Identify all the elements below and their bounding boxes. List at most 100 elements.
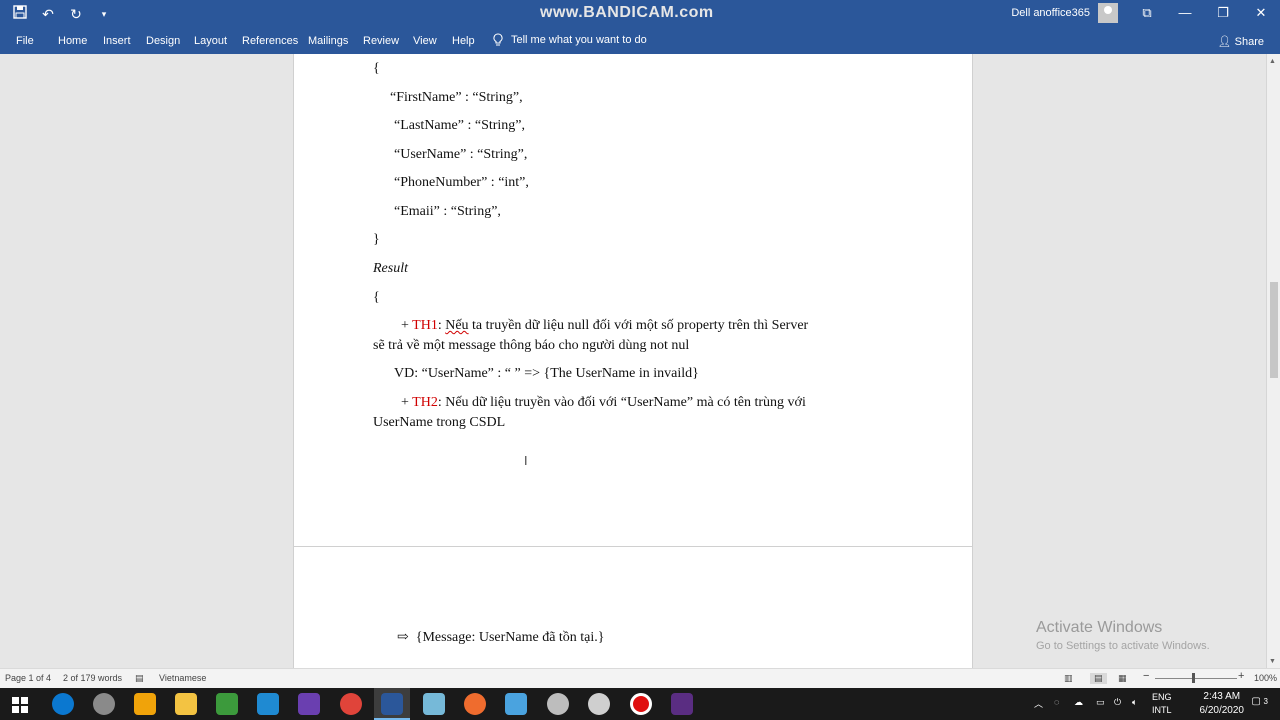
tab-insert[interactable]: Insert — [103, 35, 131, 47]
tab-help[interactable]: Help — [452, 35, 475, 47]
tab-design[interactable]: Design — [146, 35, 180, 47]
scroll-down-icon[interactable]: ▼ — [1269, 658, 1276, 665]
activate-windows-title: Activate Windows — [1036, 619, 1163, 636]
tab-view[interactable]: View — [413, 35, 437, 47]
terminal-icon[interactable] — [671, 693, 693, 715]
customize-icon[interactable]: ▾ — [94, 4, 114, 24]
start-icon[interactable] — [12, 697, 28, 713]
tab-home[interactable]: Home — [58, 35, 87, 47]
chevron-up-icon[interactable]: ︿ — [1034, 697, 1043, 710]
postman-icon[interactable] — [464, 693, 486, 715]
document-page-2[interactable]: ⇨ {Message: UserName đã tồn tại.} — [293, 546, 973, 668]
document-page-1[interactable]: { “FirstName” : “String”, “LastName” : “… — [293, 54, 973, 587]
word-count[interactable]: 2 of 179 words — [63, 673, 122, 683]
settings-icon[interactable] — [547, 693, 569, 715]
file-explorer-icon[interactable] — [175, 693, 197, 715]
zoom-out-icon[interactable]: − — [1143, 670, 1149, 682]
network-icon[interactable]: ◌ — [1054, 697, 1059, 707]
tab-review[interactable]: Review — [363, 35, 399, 47]
read-mode-icon[interactable]: ▥ — [1064, 673, 1073, 684]
battery-icon[interactable]: ▭ — [1096, 697, 1105, 708]
clock-date: 6/20/2020 — [1199, 705, 1245, 716]
document-canvas[interactable]: { “FirstName” : “String”, “LastName” : “… — [0, 54, 1266, 668]
redo-icon[interactable]: ↻ — [66, 4, 86, 24]
app-icon[interactable] — [423, 693, 445, 715]
field-phonenumber: “PhoneNumber” : “int”, — [394, 175, 529, 190]
th1-rest: ta truyền dữ liệu null đối với một số pr… — [468, 318, 809, 333]
th1-prefix: + — [401, 318, 413, 333]
th1-label: TH1 — [412, 318, 438, 333]
proofing-icon[interactable]: ▤ — [135, 673, 144, 684]
quick-access-toolbar: ↶ ↻ ▾ — [10, 4, 114, 24]
scrollbar-thumb[interactable] — [1270, 282, 1278, 378]
language[interactable]: Vietnamese — [159, 673, 206, 683]
taskbar: ︿ ◌ ☁ ▭ ⏻ 🔈︎ ENG INTL 2:43 AM 6/20/2020 … — [0, 688, 1280, 720]
app-icon[interactable] — [588, 693, 610, 715]
lang-line-1: ENG — [1152, 692, 1172, 702]
field-email: “Emaii” : “String”, — [394, 204, 501, 219]
web-layout-icon[interactable]: ▦ — [1118, 673, 1127, 684]
th2-prefix: + — [401, 395, 413, 410]
share-label: Share — [1234, 36, 1264, 48]
status-bar: Page 1 of 4 2 of 179 words ▤ Vietnamese … — [0, 668, 1280, 688]
vertical-scrollbar[interactable]: ▲ ▼ — [1266, 54, 1280, 668]
app-icon[interactable] — [505, 693, 527, 715]
avatar[interactable] — [1098, 3, 1118, 23]
text-cursor-icon: I — [524, 454, 528, 468]
minimize-icon[interactable]: — — [1166, 0, 1204, 28]
message-text: {Message: UserName đã tồn tại.} — [415, 630, 605, 645]
tab-mailings[interactable]: Mailings — [308, 35, 348, 47]
power-icon[interactable]: ⏻ — [1114, 697, 1121, 708]
person-icon: 👤︎ — [1217, 36, 1232, 48]
undo-icon[interactable]: ↶ — [38, 4, 58, 24]
restore-icon[interactable]: ❐ — [1204, 0, 1242, 28]
th1-line: + TH1: Nếu ta truyền dữ liệu null đối vớ… — [401, 318, 808, 334]
notepad-icon[interactable] — [216, 693, 238, 715]
tab-file[interactable]: File — [16, 35, 34, 47]
th1-misspelled-word[interactable]: Nếu — [445, 318, 468, 333]
cloud-icon[interactable]: ☁ — [1074, 697, 1083, 708]
edge-icon[interactable] — [52, 693, 74, 715]
clock[interactable]: 2:43 AM 6/20/2020 — [1200, 690, 1245, 718]
notification-icon[interactable]: ▢ 3 — [1251, 696, 1268, 707]
scroll-up-icon[interactable]: ▲ — [1269, 58, 1276, 65]
visual-studio-icon[interactable] — [298, 693, 320, 715]
th2-line: + TH2: Nếu dữ liệu truyền vào đối với “U… — [401, 395, 806, 411]
window-controls: ⧉ — ❐ ✕ — [1128, 0, 1280, 28]
lightbulb-icon — [493, 33, 503, 46]
tell-me-search[interactable]: Tell me what you want to do — [493, 33, 647, 47]
zoom-slider-thumb[interactable] — [1192, 673, 1195, 683]
brace-open: { — [373, 61, 380, 76]
th2-rest: : Nếu dữ liệu truyền vào đối với “UserNa… — [437, 395, 806, 410]
input-language[interactable]: ENG INTL — [1152, 691, 1172, 717]
field-firstname: “FirstName” : “String”, — [390, 90, 523, 105]
tab-references[interactable]: References — [242, 35, 298, 47]
app-icon[interactable] — [134, 693, 156, 715]
ribbon-tabs: File Home Insert Design Layout Reference… — [0, 28, 1280, 54]
record-icon[interactable] — [630, 693, 652, 715]
zoom-in-icon[interactable]: + — [1238, 670, 1244, 682]
th1-line-2: sẽ trả về một message thông báo cho ngườ… — [373, 338, 690, 353]
tab-layout[interactable]: Layout — [194, 35, 227, 47]
page-count[interactable]: Page 1 of 4 — [5, 673, 51, 683]
print-layout-icon[interactable]: ▤ — [1090, 673, 1107, 684]
volume-icon[interactable]: 🔈︎ — [1132, 697, 1137, 708]
clock-time: 2:43 AM — [1203, 691, 1241, 702]
message-line: ⇨ {Message: UserName đã tồn tại.} — [397, 629, 605, 646]
field-username: “UserName” : “String”, — [394, 147, 528, 162]
save-icon[interactable] — [10, 4, 30, 24]
vscode-icon[interactable] — [257, 693, 279, 715]
bandicam-watermark: www.BANDICAM.com — [540, 4, 714, 21]
close-icon[interactable]: ✕ — [1242, 0, 1280, 28]
field-lastname: “LastName” : “String”, — [394, 118, 526, 133]
user-name[interactable]: Dell anoffice365 — [1011, 7, 1090, 19]
word-icon[interactable] — [381, 693, 403, 715]
chrome-icon[interactable] — [340, 693, 362, 715]
zoom-level[interactable]: 100% — [1254, 673, 1277, 683]
settings-gear-icon[interactable] — [93, 693, 115, 715]
ribbon-display-icon[interactable]: ⧉ — [1128, 0, 1166, 28]
vd-example: VD: “UserName” : “ ” => {The UserName in… — [394, 366, 699, 381]
title-bar: ↶ ↻ ▾ www.BANDICAM.com Dell anoffice365 … — [0, 0, 1280, 28]
zoom-slider[interactable] — [1155, 678, 1237, 679]
share-button[interactable]: 👤︎ Share — [1218, 35, 1264, 48]
